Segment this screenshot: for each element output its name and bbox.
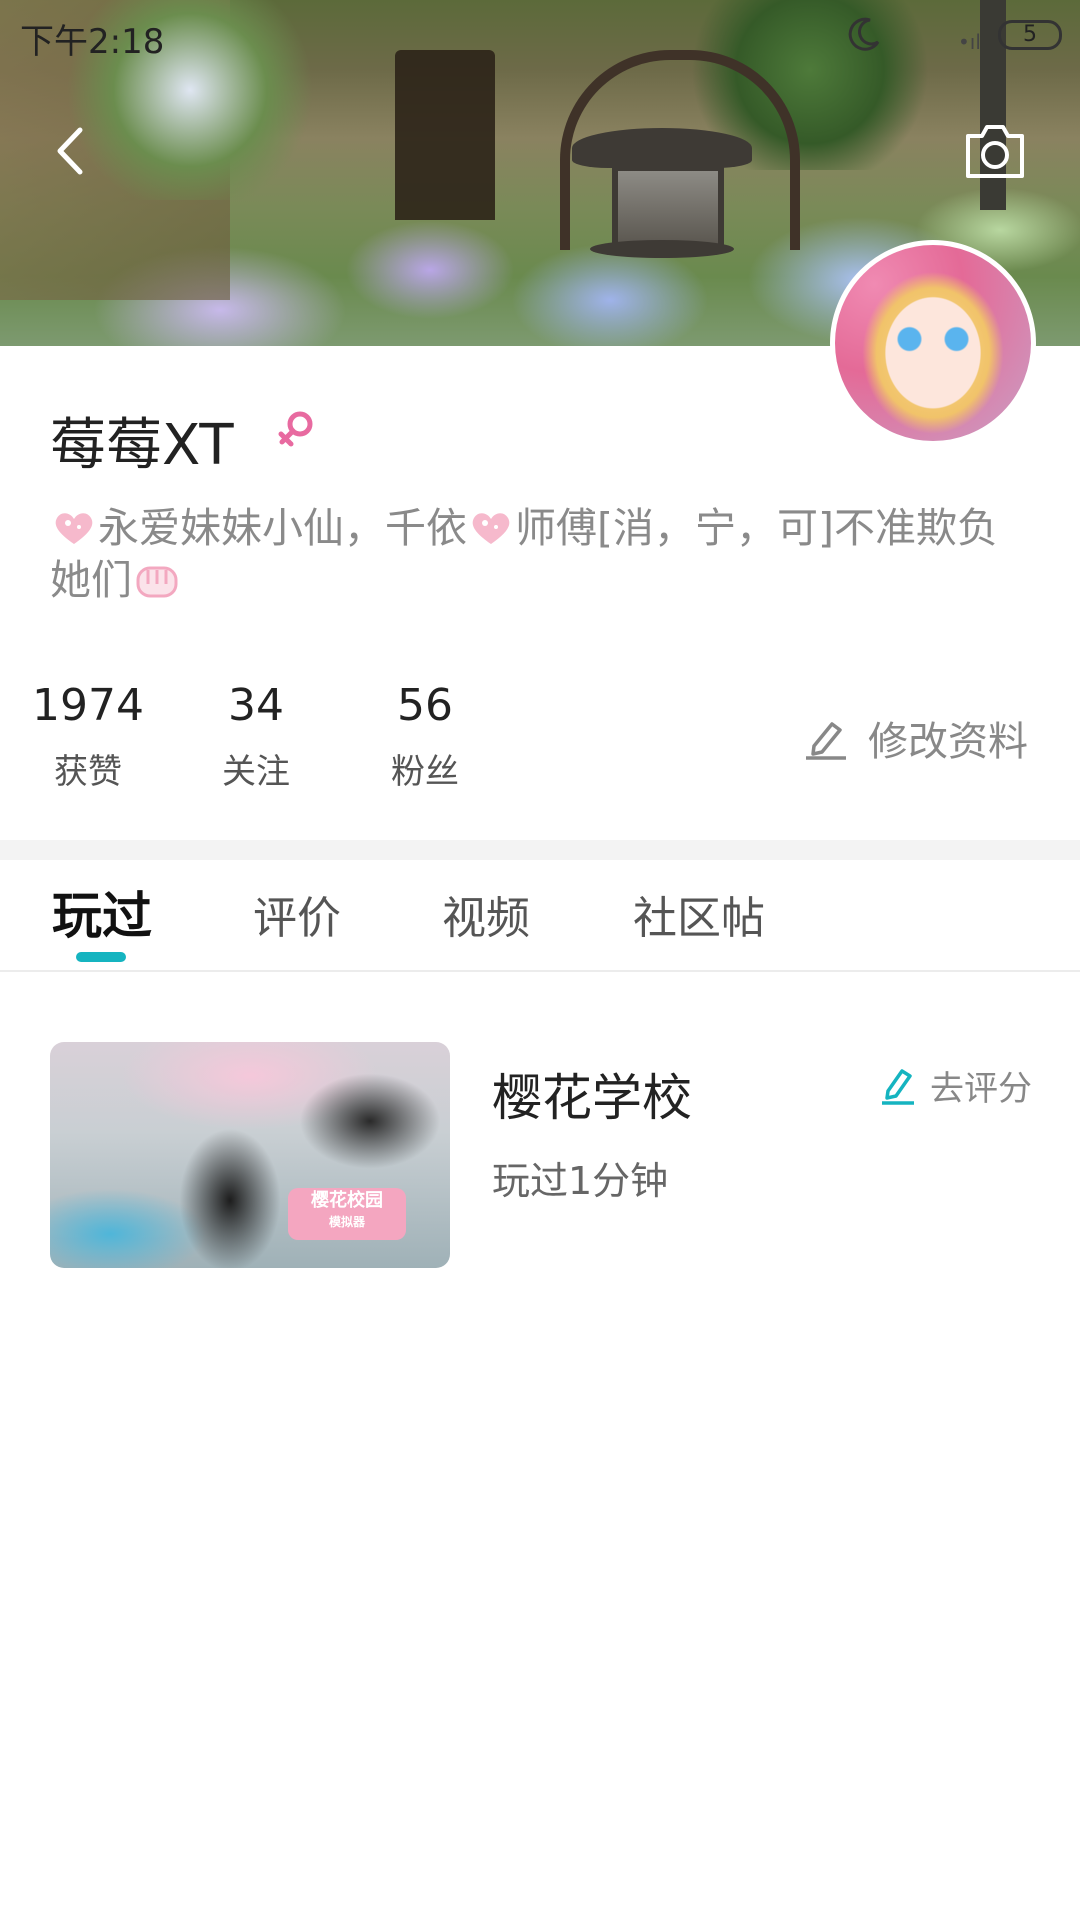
female-icon [278, 411, 313, 447]
cover-lamp-body [612, 165, 724, 252]
edit-profile-button[interactable]: 修改资料 [804, 710, 1028, 766]
stat-likes-label: 获赞 [54, 752, 122, 792]
stat-following-value: 34 [228, 680, 284, 731]
username: 莓莓XT [50, 413, 234, 478]
game-thumbnail[interactable]: 樱花校园 模拟器 [50, 1042, 450, 1268]
tab-videos[interactable]: 视频 [442, 882, 530, 946]
pencil-icon [806, 722, 846, 760]
tab-played[interactable]: 玩过 [52, 876, 152, 948]
status-time: 下午2:18 [20, 22, 165, 62]
stat-fans-label: 粉丝 [391, 752, 459, 792]
status-bar: 下午2:18 •ıl 5 [0, 0, 1080, 70]
edit-icon [882, 1069, 914, 1105]
edit-profile-label: 修改资料 [868, 719, 1028, 765]
game-playtime: 玩过1分钟 [492, 1159, 669, 1203]
game-logo-sub: 模拟器 [328, 1215, 365, 1229]
avatar[interactable] [830, 240, 1036, 446]
list-item[interactable]: 樱花校园 模拟器 樱花学校 玩过1分钟 去评分 [0, 1040, 1080, 1270]
chevron-left-icon [57, 127, 83, 175]
bio-text-part-1: 永爱妹妹小仙，千依 [98, 504, 467, 552]
rate-game-button[interactable]: 去评分 [880, 1060, 1032, 1110]
profile-bio: 永爱妹妹小仙，千依 师傅[消，宁，可]不准欺负她们 [50, 502, 1020, 606]
stat-fans[interactable]: 56 粉丝 [355, 676, 495, 802]
tab-community-posts[interactable]: 社区帖 [633, 882, 765, 946]
rate-game-label: 去评分 [930, 1068, 1032, 1109]
tab-reviews[interactable]: 评价 [253, 882, 341, 946]
cover-lamp-base [590, 240, 734, 258]
fist-icon [136, 566, 178, 598]
stat-following-label: 关注 [222, 752, 290, 792]
cover-lamp-roof [572, 128, 752, 168]
tab-divider [0, 970, 1080, 972]
game-logo-main: 樱花校园 [311, 1190, 383, 1211]
section-divider [0, 840, 1080, 860]
battery-level: 5 [1023, 22, 1037, 47]
stat-likes-value: 1974 [32, 680, 144, 731]
cover-door [395, 50, 495, 220]
game-title[interactable]: 樱花学校 [492, 1058, 692, 1130]
sparkle-heart-icon [472, 513, 510, 544]
back-button[interactable] [44, 116, 104, 186]
sparkle-heart-icon [55, 513, 93, 544]
stat-fans-value: 56 [397, 680, 453, 731]
stat-likes[interactable]: 1974 获赞 [18, 676, 158, 802]
game-logo: 樱花校园 模拟器 [288, 1188, 406, 1240]
stat-following[interactable]: 34 关注 [186, 676, 326, 802]
change-cover-button[interactable] [960, 118, 1030, 184]
camera-icon [966, 125, 1024, 178]
moon-icon [848, 17, 880, 51]
active-tab-indicator [76, 952, 126, 962]
signal-icon: •ıl [958, 30, 981, 54]
battery-icon: 5 [998, 20, 1062, 50]
